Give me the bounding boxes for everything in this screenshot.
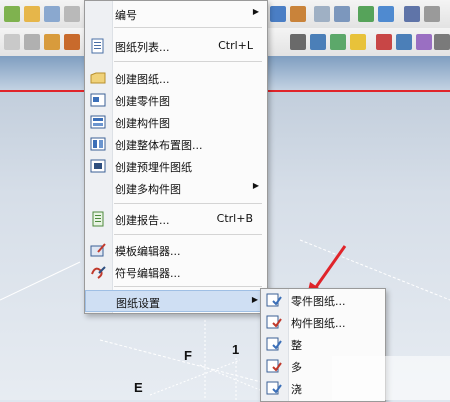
menu-item-shortcut: Ctrl+L	[218, 39, 253, 52]
part-drawing-icon	[90, 93, 106, 107]
menu-item-numbering[interactable]: 编号 ▶	[85, 3, 267, 25]
menu-item-create-report[interactable]: 创建报告... Ctrl+B	[85, 208, 267, 230]
menu-item-label: 创建图纸...	[115, 73, 170, 86]
menu-item-drawing-settings[interactable]: 图纸设置 ▶	[85, 290, 267, 312]
menu-item-label: 编号	[115, 9, 137, 22]
menu-item-label: 多	[291, 361, 302, 374]
menu-separator	[114, 203, 262, 204]
report-icon	[92, 211, 104, 227]
cast-unit-drawing-settings-icon	[266, 381, 282, 395]
submenu-arrow-icon: ▶	[252, 7, 259, 16]
annotation-arrow-shaft	[312, 245, 347, 291]
menu-separator	[114, 27, 262, 28]
menu-separator	[114, 61, 262, 62]
submenu-arrow-icon: ▶	[251, 295, 258, 304]
create-drawing-icon	[90, 72, 106, 84]
drawing-list-icon	[91, 38, 104, 54]
drawing-context-menu: 编号 ▶ 图纸列表... Ctrl+L 创建图纸... 创建零件图 创建构件图 …	[84, 0, 268, 314]
grid-line	[0, 261, 81, 301]
menu-item-create-embed-drawing[interactable]: 创建预埋件图纸	[85, 155, 267, 177]
menu-item-label: 模板编辑器...	[115, 245, 181, 258]
menu-item-label: 创建报告...	[115, 214, 170, 227]
submenu-item-assembly-drawing[interactable]: 构件图纸...	[261, 311, 385, 333]
menu-item-label: 创建零件图	[115, 95, 170, 108]
menu-item-symbol-editor[interactable]: 符号编辑器...	[85, 261, 267, 283]
grid-line	[199, 364, 261, 391]
menu-item-create-drawing[interactable]: 创建图纸...	[85, 67, 267, 89]
menu-item-shortcut: Ctrl+B	[216, 212, 253, 225]
embed-drawing-icon	[90, 159, 106, 173]
submenu-arrow-icon: ▶	[252, 181, 259, 190]
assembly-drawing-icon	[90, 115, 106, 129]
menu-item-label: 创建多构件图	[115, 183, 181, 196]
menu-item-template-editor[interactable]: 模板编辑器...	[85, 239, 267, 261]
axis-label-1: 1	[232, 342, 240, 357]
assembly-drawing-settings-icon	[266, 315, 282, 329]
menu-item-create-part-drawing[interactable]: 创建零件图	[85, 89, 267, 111]
part-drawing-settings-icon	[266, 293, 282, 307]
menu-item-create-ga-drawing[interactable]: 创建整体布置图...	[85, 133, 267, 155]
menu-item-label: 整	[291, 339, 302, 352]
grid-line	[149, 359, 241, 396]
axis-label-f: F	[184, 348, 192, 363]
menu-item-create-multi-drawing[interactable]: 创建多构件图 ▶	[85, 177, 267, 199]
submenu-item-part-drawing[interactable]: 零件图纸...	[261, 289, 385, 311]
menu-item-drawing-list[interactable]: 图纸列表... Ctrl+L	[85, 35, 267, 57]
symbol-editor-icon	[91, 266, 106, 279]
menu-item-label: 图纸设置	[116, 297, 160, 310]
multi-drawing-settings-icon	[266, 359, 282, 373]
menu-separator	[114, 234, 262, 235]
menu-item-label: 创建构件图	[115, 117, 170, 130]
template-editor-icon	[90, 243, 106, 257]
ga-drawing-settings-icon	[266, 337, 282, 351]
ga-drawing-icon	[90, 137, 106, 151]
menu-item-label: 零件图纸...	[291, 295, 346, 308]
menu-item-label: 构件图纸...	[291, 317, 346, 330]
menu-item-label: 浇	[291, 383, 302, 396]
menu-separator	[114, 286, 262, 287]
submenu-item-ga-drawing[interactable]: 整	[261, 333, 385, 355]
menu-item-create-assembly-drawing[interactable]: 创建构件图	[85, 111, 267, 133]
axis-label-e: E	[134, 380, 143, 395]
menu-item-label: 符号编辑器...	[115, 267, 181, 280]
watermark-overlay	[332, 356, 450, 400]
menu-item-label: 图纸列表...	[115, 41, 170, 54]
menu-item-label: 创建整体布置图...	[115, 139, 203, 152]
menu-item-label: 创建预埋件图纸	[115, 161, 192, 174]
